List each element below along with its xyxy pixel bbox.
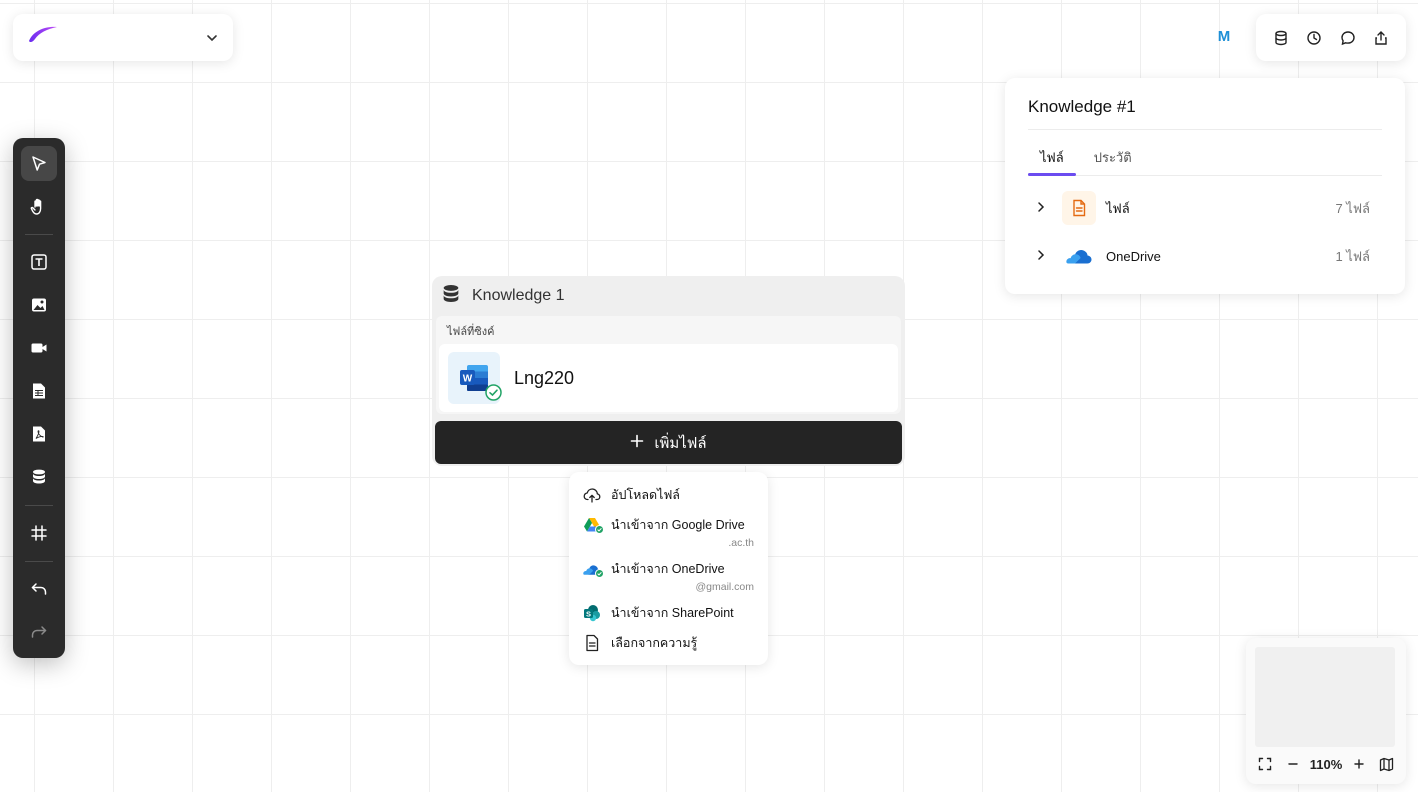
file-name: Lng220	[514, 367, 575, 388]
video-tool-icon[interactable]	[21, 331, 57, 366]
fullscreen-icon[interactable]	[1256, 755, 1274, 773]
menu-item-from-knowledge[interactable]: เลือกจากความรู้	[569, 628, 768, 658]
knowledge-node-title: Knowledge 1	[472, 287, 565, 304]
knowledge-tabs: ไฟล์ ประวัติ	[1028, 130, 1382, 176]
toolbar-divider	[25, 560, 53, 562]
add-file-button[interactable]: เพิ่มไฟล์	[435, 421, 902, 464]
knowledge-node-header: Knowledge 1	[432, 276, 905, 316]
chevron-down-icon[interactable]	[205, 31, 219, 45]
synced-files-section: ไฟล์ที่ซิงค์ W Lng220	[436, 316, 901, 414]
svg-text:W: W	[463, 374, 473, 385]
menu-item-label: นำเข้าจาก Google Drive	[611, 518, 745, 532]
redo-icon[interactable]	[21, 615, 57, 650]
share-icon[interactable]	[1368, 25, 1394, 51]
minimap: 110%	[1246, 638, 1406, 784]
account-email: .ac.th	[728, 537, 754, 549]
top-actions-bar	[1256, 14, 1406, 61]
knowledge-db-icon[interactable]	[21, 460, 57, 495]
workspace-selector[interactable]	[13, 14, 233, 61]
knowledge-row-name: OneDrive	[1106, 248, 1161, 264]
knowledge-row-count: 1 ไฟล์	[1335, 248, 1370, 264]
add-file-menu: อัปโหลดไฟล์ นำเข้าจาก Google Drive .ac.t…	[569, 472, 768, 665]
image-tool-icon[interactable]	[21, 288, 57, 323]
map-icon[interactable]	[1378, 755, 1396, 773]
hand-pan-icon[interactable]	[21, 189, 57, 224]
file-document-icon	[1062, 191, 1096, 225]
zoom-out-icon[interactable]	[1284, 755, 1302, 773]
cloud-upload-icon	[583, 486, 601, 504]
tab-files[interactable]: ไฟล์	[1028, 130, 1076, 176]
text-tool-icon[interactable]	[21, 245, 57, 280]
select-pointer-icon[interactable]	[21, 146, 57, 181]
onedrive-icon	[583, 560, 604, 581]
synced-files-label: ไฟล์ที่ซิงค์	[447, 326, 495, 338]
file-card[interactable]: W Lng220	[439, 344, 898, 412]
account-email: @gmail.com	[695, 581, 754, 593]
tool-palette	[13, 138, 65, 658]
add-file-label: เพิ่มไฟล์	[654, 434, 707, 452]
zoom-level: 110%	[1309, 756, 1343, 772]
menu-item-label: นำเข้าจาก SharePoint	[611, 606, 734, 620]
knowledge-row-files[interactable]: ไฟล์ 7 ไฟล์	[1028, 184, 1382, 232]
toolbar-divider	[25, 234, 53, 235]
document-icon	[583, 634, 601, 652]
database-icon[interactable]	[1268, 25, 1294, 51]
synced-check-icon	[485, 384, 502, 406]
plus-icon	[630, 434, 644, 452]
connected-check-icon	[595, 523, 604, 537]
word-doc-icon: W	[448, 352, 502, 406]
knowledge-panel-title: Knowledge #1	[1028, 96, 1382, 130]
knowledge-node[interactable]: Knowledge 1 ไฟล์ที่ซิงค์ W Lng220 เพิ่มไ…	[432, 276, 905, 466]
menu-item-google-drive[interactable]: นำเข้าจาก Google Drive .ac.th	[569, 510, 768, 554]
sharepoint-icon: S	[583, 604, 601, 622]
toolbar-divider	[25, 504, 53, 506]
knowledge-panel: Knowledge #1 ไฟล์ ประวัติ ไฟล์ 7 ไฟล์ On…	[1005, 78, 1405, 294]
knowledge-row-name: ไฟล์	[1106, 200, 1130, 216]
google-drive-icon	[583, 516, 604, 537]
table-tool-icon[interactable]	[21, 374, 57, 409]
menu-item-label: อัปโหลดไฟล์	[611, 488, 680, 502]
undo-icon[interactable]	[21, 572, 57, 607]
minimap-viewport[interactable]	[1255, 647, 1395, 747]
knowledge-row-count: 7 ไฟล์	[1335, 200, 1370, 216]
menu-item-label: เลือกจากความรู้	[611, 636, 698, 650]
database-icon	[440, 283, 462, 310]
knowledge-row-onedrive[interactable]: OneDrive 1 ไฟล์	[1028, 232, 1382, 280]
connected-check-icon	[595, 567, 604, 581]
brand-swoosh-icon	[27, 25, 59, 50]
zoom-in-icon[interactable]	[1350, 755, 1368, 773]
menu-item-sharepoint[interactable]: S นำเข้าจาก SharePoint	[569, 598, 768, 628]
chevron-right-icon[interactable]	[1036, 249, 1058, 264]
menu-item-label: นำเข้าจาก OneDrive	[611, 562, 725, 576]
history-icon[interactable]	[1301, 25, 1327, 51]
zoom-controls: 110%	[1255, 755, 1397, 773]
frame-grid-icon[interactable]	[21, 516, 57, 551]
tab-history[interactable]: ประวัติ	[1082, 130, 1144, 175]
pdf-tool-icon[interactable]	[21, 417, 57, 452]
svg-text:S: S	[586, 609, 591, 618]
chevron-right-icon[interactable]	[1036, 201, 1058, 216]
user-avatar[interactable]: M	[1212, 28, 1236, 48]
onedrive-icon	[1062, 239, 1096, 273]
menu-item-onedrive[interactable]: นำเข้าจาก OneDrive @gmail.com	[569, 554, 768, 598]
menu-item-upload[interactable]: อัปโหลดไฟล์	[569, 480, 768, 510]
chat-icon[interactable]	[1335, 25, 1361, 51]
